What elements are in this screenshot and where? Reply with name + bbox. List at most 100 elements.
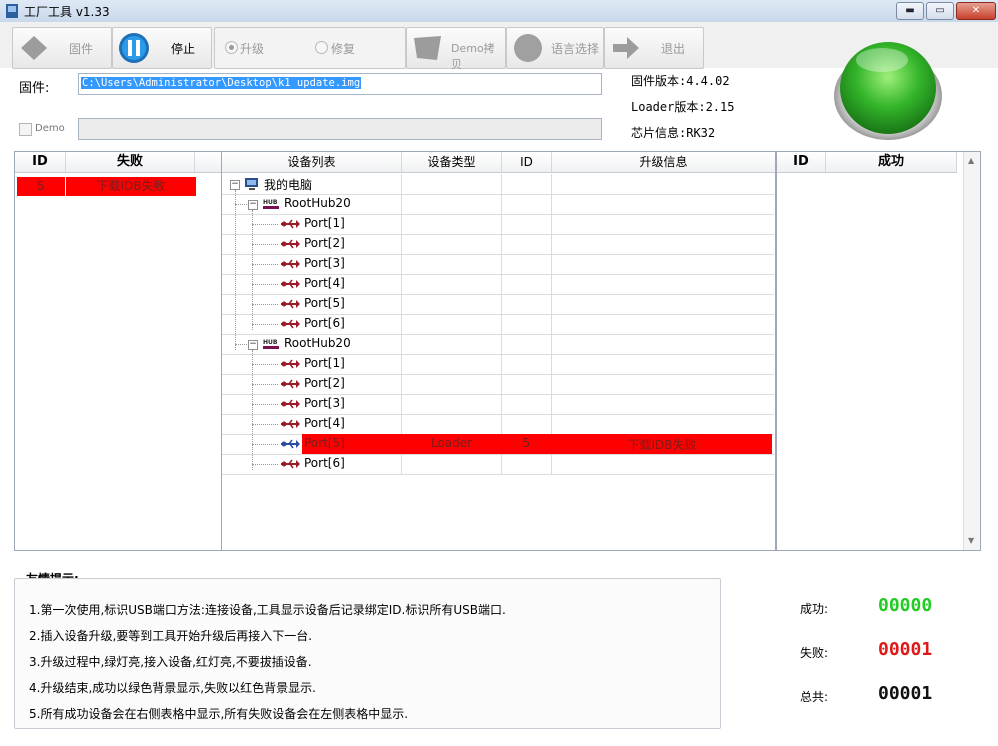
device-table-header-type[interactable]: 设备类型 (402, 152, 502, 173)
tree-connector (252, 424, 278, 425)
tree-connector (252, 444, 278, 445)
tree-row-port[interactable]: Port[3] (222, 394, 774, 415)
port-label: Port[6] (304, 316, 345, 330)
usb-port-icon (281, 399, 300, 409)
success-table-header-status[interactable]: 成功 (826, 152, 957, 173)
tree-connector (252, 364, 278, 365)
port-label: Port[2] (304, 376, 345, 390)
port-label: Port[3] (304, 396, 345, 410)
computer-icon (245, 178, 258, 190)
usb-port-icon (281, 359, 300, 369)
upgrade-radio[interactable] (225, 41, 238, 54)
language-icon (514, 34, 542, 62)
port-label: Port[6] (304, 456, 345, 470)
fail-table-header-status[interactable]: 失败 (66, 152, 195, 173)
usb-port-icon (281, 239, 300, 249)
language-button-label: 语言选择 (551, 42, 600, 56)
fail-row-id[interactable]: 5 (17, 177, 66, 196)
hub-icon: HUB (263, 339, 279, 349)
maximize-button[interactable]: ▭ (926, 2, 954, 20)
firmware-path-input[interactable]: C:\Users\Administrator\Desktop\k1 update… (78, 73, 602, 95)
usb-port-icon (281, 419, 300, 429)
scroll-down-icon[interactable]: ▼ (968, 536, 974, 545)
window-title: 工厂工具 v1.33 (24, 5, 110, 19)
tree-row-port[interactable]: Port[4] (222, 274, 774, 295)
loader-version: Loader版本:2.15 (631, 100, 735, 114)
device-table-header-info[interactable]: 升级信息 (552, 152, 775, 173)
port-device-id: 5 (522, 436, 531, 450)
firmware-path-label: 固件: (19, 81, 50, 96)
fail-table-header-filler (195, 152, 221, 173)
firmware-button-label: 固件 (69, 42, 94, 56)
tree-row-port[interactable]: Port[5] (222, 294, 774, 315)
tree-connector (252, 264, 278, 265)
usb-port-icon (281, 439, 300, 449)
stop-button-label: 停止 (171, 42, 196, 56)
collapse-toggle[interactable]: − (248, 340, 258, 350)
tree-connector (252, 384, 278, 385)
tree-row-port[interactable]: Port[4] (222, 414, 774, 435)
tree-row-port[interactable]: Port[5] Loader 5 下载IDB失败 (222, 434, 774, 455)
fail-table[interactable]: ID 失败 5 下载IDB失败 (14, 151, 222, 551)
fail-count-label: 失败: (800, 646, 829, 660)
collapse-toggle[interactable]: − (248, 200, 258, 210)
mode-radio-group: 升级 修复 (214, 27, 406, 69)
exit-button[interactable]: 退出 (604, 27, 704, 69)
hub-label: RootHub20 (284, 336, 351, 350)
firmware-path-text: C:\Users\Administrator\Desktop\k1 update… (81, 77, 362, 89)
firmware-button[interactable]: 固件 (12, 27, 112, 69)
minimize-button[interactable]: ▬ (896, 2, 924, 20)
collapse-toggle[interactable]: − (230, 180, 240, 190)
success-table-header-id[interactable]: ID (777, 152, 826, 173)
tree-row-port[interactable]: Port[6] (222, 314, 774, 335)
port-label: Port[5] (304, 436, 345, 450)
language-button[interactable]: 语言选择 (506, 27, 604, 69)
device-table-header-id[interactable]: ID (502, 152, 552, 173)
tip-item: 5.所有成功设备会在右侧表格中显示,所有失败设备会在左侧表格中显示. (29, 707, 409, 721)
svg-text:HUB: HUB (263, 339, 278, 346)
device-table-header-list[interactable]: 设备列表 (222, 152, 402, 173)
repair-radio[interactable] (315, 41, 328, 54)
pause-icon (119, 33, 149, 63)
tree-row-port[interactable]: Port[2] (222, 374, 774, 395)
tree-row-hub[interactable]: − HUB RootHub20 (222, 194, 774, 215)
scroll-up-icon[interactable]: ▲ (968, 156, 974, 165)
tip-item: 4.升级结束,成功以绿色背景显示,失败以红色背景显示. (29, 681, 316, 695)
tree-connector (235, 344, 247, 345)
tree-root-label: 我的电脑 (264, 178, 313, 192)
status-light-icon (834, 42, 942, 140)
tree-row-root[interactable]: − 我的电脑 (222, 174, 774, 195)
device-table[interactable]: 设备列表 设备类型 ID 升级信息 − 我的电脑 − HUB RootHub20… (221, 151, 776, 551)
usb-port-icon (281, 379, 300, 389)
success-table[interactable]: ID 成功 ▲ ▼ (776, 151, 981, 551)
stop-button[interactable]: 停止 (112, 27, 212, 69)
tree-row-port[interactable]: Port[1] (222, 354, 774, 375)
tree-row-port[interactable]: Port[6] (222, 454, 774, 475)
firmware-version: 固件版本:4.4.02 (631, 74, 730, 88)
tip-item: 3.升级过程中,绿灯亮,接入设备,红灯亮,不要拔插设备. (29, 655, 312, 669)
demo-copy-button[interactable]: Demo拷贝 (406, 27, 506, 71)
chip-info: 芯片信息:RK32 (631, 126, 716, 140)
fail-row-status[interactable]: 下载IDB失败 (66, 177, 196, 196)
tree-row-hub[interactable]: − HUB RootHub20 (222, 334, 774, 355)
total-count-value: 00001 (878, 683, 933, 704)
success-table-scrollbar[interactable]: ▲ ▼ (963, 152, 980, 550)
usb-port-icon (281, 279, 300, 289)
demo-checkbox[interactable] (19, 123, 32, 136)
usb-port-icon (281, 319, 300, 329)
demo-copy-button-label: Demo拷贝 (451, 42, 495, 71)
fail-table-header-id[interactable]: ID (15, 152, 66, 173)
port-label: Port[4] (304, 276, 345, 290)
exit-button-label: 退出 (661, 42, 686, 56)
title-bar[interactable] (0, 0, 998, 23)
tree-row-port[interactable]: Port[2] (222, 234, 774, 255)
usb-port-icon (281, 219, 300, 229)
success-count-value: 00000 (878, 595, 933, 616)
tree-connector (252, 324, 278, 325)
tree-row-port[interactable]: Port[1] (222, 214, 774, 235)
tips-panel: 1.第一次使用,标识USB端口方法:连接设备,工具显示设备后记录绑定ID.标识所… (14, 578, 721, 729)
demo-path-input[interactable] (78, 118, 602, 140)
port-label: Port[3] (304, 256, 345, 270)
close-button[interactable]: ✕ (956, 2, 996, 20)
tree-row-port[interactable]: Port[3] (222, 254, 774, 275)
